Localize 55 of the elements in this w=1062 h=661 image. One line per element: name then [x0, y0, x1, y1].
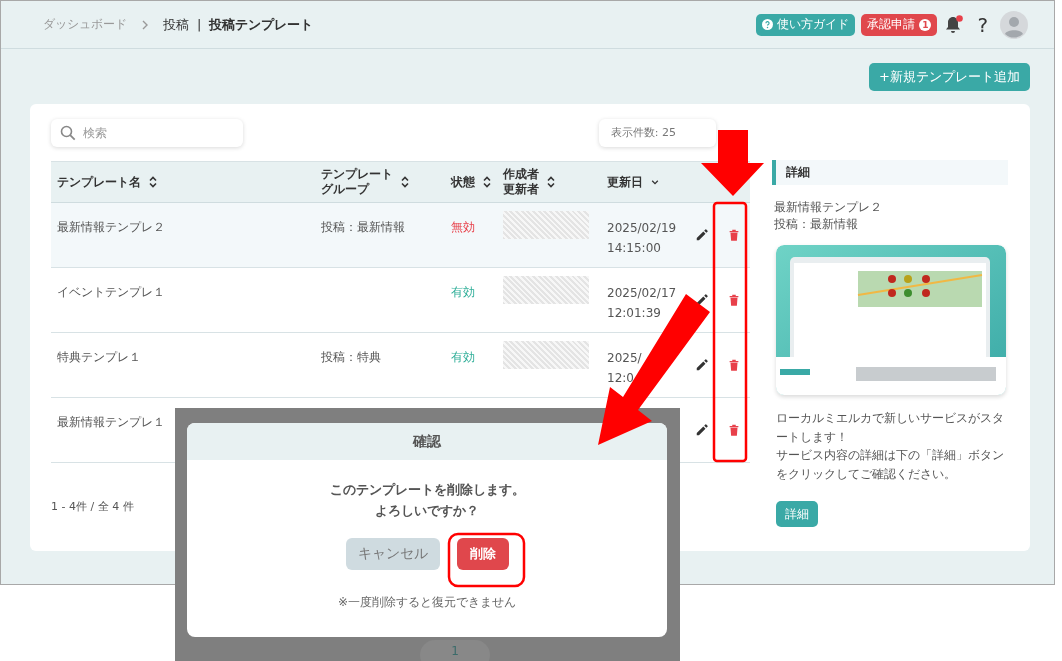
search-field[interactable]: 検索: [51, 118, 243, 147]
column-header[interactable]: グループ: [321, 182, 393, 197]
column-header[interactable]: 状態: [451, 174, 475, 190]
pencil-icon[interactable]: [695, 293, 709, 307]
bell-icon[interactable]: [943, 13, 966, 36]
detail-heading: 詳細: [772, 160, 1008, 185]
sort-icon[interactable]: [483, 176, 491, 188]
trash-icon[interactable]: [727, 358, 741, 372]
status-label: 有効: [451, 349, 475, 366]
table-row[interactable]: 最新情報テンプレ２ 投稿：最新情報 無効 2025/02/19 14:15:00: [51, 203, 750, 268]
status-label: 無効: [451, 219, 475, 236]
template-name: 最新情報テンプレ２: [57, 219, 165, 236]
pencil-icon[interactable]: [695, 228, 709, 242]
sort-icon[interactable]: [547, 176, 555, 188]
delete-button[interactable]: 削除: [456, 537, 509, 570]
sort-icon[interactable]: [149, 176, 157, 188]
page-size-select[interactable]: 表示件数: 25: [598, 118, 716, 147]
updated-date: 2025/02/17 12:01:39: [607, 285, 677, 322]
column-header[interactable]: 作成者: [503, 167, 539, 182]
template-name: 特典テンプレ１: [57, 349, 141, 366]
template-name: 最新情報テンプレ１: [57, 414, 165, 431]
column-header[interactable]: テンプレート名: [57, 174, 141, 190]
arrow-down-annotation: [701, 130, 764, 196]
search-icon: [60, 124, 76, 141]
column-header[interactable]: テンプレート: [321, 167, 393, 182]
trash-icon[interactable]: [727, 228, 741, 242]
detail-description: サービス内容の詳細は下の「詳細」ボタンをクリックしてご確認ください。: [776, 447, 1005, 483]
chevron-right-icon: [141, 19, 149, 30]
status-label: 有効: [451, 284, 475, 301]
detail-description: ローカルミエルカで新しいサービスがスタートします！: [776, 410, 1005, 446]
page-title: 投稿テンプレート: [209, 15, 314, 34]
trash-icon[interactable]: [727, 423, 741, 437]
breadcrumb-link[interactable]: 投稿: [163, 15, 189, 34]
sort-icon[interactable]: [401, 176, 409, 188]
detail-group: 投稿：最新情報: [772, 216, 1008, 233]
template-name: イベントテンプレ１: [57, 284, 165, 301]
help-button[interactable]: ?: [977, 12, 988, 37]
pencil-icon[interactable]: [695, 358, 709, 372]
help-icon: [762, 19, 774, 30]
approval-button[interactable]: 承認申請 1: [861, 13, 938, 36]
column-header[interactable]: 更新日: [607, 174, 643, 190]
pencil-icon[interactable]: [695, 423, 709, 437]
trash-icon[interactable]: [727, 293, 741, 307]
template-group: 投稿：最新情報: [321, 219, 405, 236]
dialog-title: 確認: [413, 432, 441, 451]
updated-date: 2025/02/19 14:15:00: [607, 220, 677, 257]
dialog-note: ※一度削除すると復元できません: [337, 593, 517, 611]
breadcrumb-separator: |: [197, 17, 202, 32]
detail-name: 最新情報テンプレ２: [773, 199, 883, 216]
column-header[interactable]: 更新者: [503, 182, 539, 197]
pagination-summary: 1 - 4件 / 全 4 件: [51, 500, 134, 513]
dialog-message: このテンプレートを削除します。: [329, 481, 525, 499]
template-group: 投稿：特典: [321, 349, 381, 366]
updated-date: 2025/ 12:0: [607, 350, 642, 387]
dialog-message: よろしいですか？: [375, 501, 479, 520]
